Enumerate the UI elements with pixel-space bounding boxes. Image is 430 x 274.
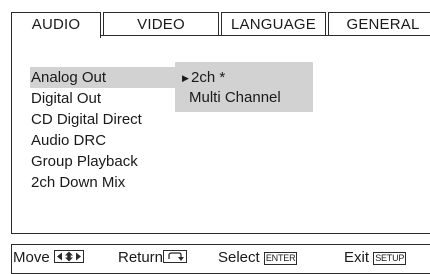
menu-item-2ch-down-mix[interactable]: 2ch Down Mix (30, 172, 194, 193)
menu-item-audio-drc[interactable]: Audio DRC (30, 130, 194, 151)
analog-out-submenu: ▶ 2ch * Multi Channel (175, 62, 313, 112)
enter-key-icon: ENTER (263, 252, 298, 265)
hint-move: Move (13, 249, 84, 267)
submenu-option-multi-channel[interactable]: Multi Channel (189, 87, 281, 108)
setup-key-icon: SETUP (373, 252, 407, 265)
return-arrow-icon (163, 250, 188, 263)
menu-item-analog-out[interactable]: Analog Out (30, 67, 194, 88)
menu-item-cd-digital-direct[interactable]: CD Digital Direct (30, 109, 194, 130)
hint-exit-label: Exit (344, 249, 370, 266)
menu-item-group-playback[interactable]: Group Playback (30, 151, 194, 172)
tab-audio[interactable]: AUDIO (11, 12, 101, 38)
hint-return: Return (118, 249, 188, 267)
menu-item-digital-out[interactable]: Digital Out (30, 88, 194, 109)
tab-general[interactable]: GENERAL (328, 12, 430, 36)
tab-video[interactable]: VIDEO (103, 12, 219, 36)
hint-exit: Exit SETUP (344, 249, 407, 267)
hint-select: Select ENTER (218, 249, 298, 267)
hint-return-label: Return (118, 249, 164, 266)
button-guide-bar: Move Return Select ENTER Exit SETUP (11, 244, 430, 274)
audio-settings-panel: Analog Out Digital Out CD Digital Direct… (11, 35, 430, 234)
right-triangle-icon: ▶ (182, 73, 189, 83)
submenu-option-label: 2ch * (191, 69, 226, 86)
settings-menu: Analog Out Digital Out CD Digital Direct… (30, 67, 194, 193)
submenu-option-2ch[interactable]: ▶ 2ch * (182, 67, 225, 89)
four-way-arrow-icon (53, 250, 84, 263)
tab-language[interactable]: LANGUAGE (221, 12, 326, 36)
hint-move-label: Move (13, 249, 50, 266)
hint-select-label: Select (218, 249, 260, 266)
